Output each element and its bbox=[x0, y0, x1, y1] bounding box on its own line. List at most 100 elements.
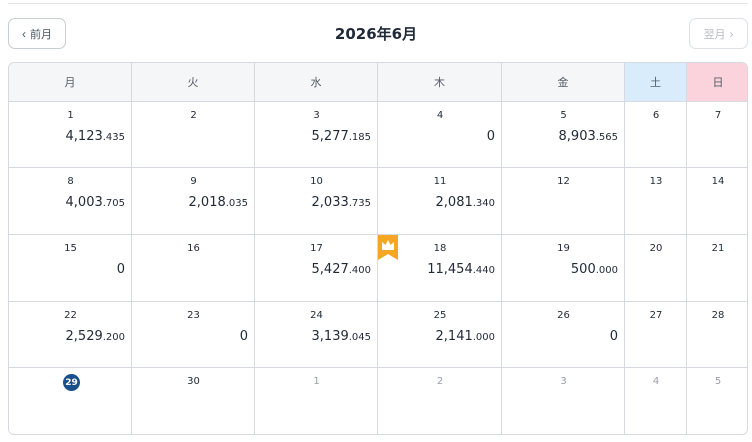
day-number: 25 bbox=[433, 310, 447, 321]
day-cell[interactable]: 3 bbox=[502, 368, 625, 434]
day-cell[interactable]: 10 2,033.735 bbox=[255, 168, 378, 235]
day-number: 3 bbox=[313, 110, 320, 121]
day-cell[interactable]: 1 4,123.435 bbox=[9, 102, 132, 168]
amount-integer: 0 bbox=[239, 329, 248, 344]
next-month-button[interactable]: 翌月 › bbox=[689, 18, 748, 49]
day-number: 30 bbox=[187, 376, 200, 387]
day-number: 14 bbox=[711, 176, 725, 187]
day-cell[interactable]: 17 5,427.400 bbox=[255, 235, 378, 302]
amount-integer: 8,903 bbox=[558, 129, 596, 144]
amount-integer: 5,277 bbox=[311, 129, 349, 144]
day-cell[interactable]: 7 bbox=[687, 102, 747, 168]
daily-amount: 0 bbox=[610, 329, 618, 344]
day-cell[interactable]: 22 2,529.200 bbox=[9, 302, 132, 368]
amount-decimal: .340 bbox=[472, 198, 495, 209]
amount-decimal: .705 bbox=[102, 198, 125, 209]
day-number: 16 bbox=[187, 243, 200, 254]
day-number: 6 bbox=[652, 110, 660, 121]
amount-decimal: .185 bbox=[348, 132, 371, 143]
day-cell[interactable]: 15 0 bbox=[9, 235, 132, 302]
day-cell[interactable]: 2 bbox=[132, 102, 255, 168]
day-cell[interactable]: 1 bbox=[255, 368, 378, 434]
weekday-header: 火 bbox=[132, 63, 255, 102]
weekday-header: 水 bbox=[255, 63, 378, 102]
amount-integer: 500 bbox=[570, 262, 596, 277]
day-number: 3 bbox=[560, 376, 567, 387]
day-cell[interactable]: 5 bbox=[687, 368, 747, 434]
amount-integer: 4,003 bbox=[65, 195, 103, 210]
day-cell[interactable]: 19 500.000 bbox=[502, 235, 625, 302]
weekday-header: 金 bbox=[502, 63, 625, 102]
amount-decimal: .435 bbox=[102, 132, 125, 143]
day-number: 28 bbox=[711, 310, 725, 321]
day-cell[interactable]: 20 bbox=[625, 235, 687, 302]
daily-amount: 2,529.200 bbox=[66, 329, 125, 344]
day-cell[interactable]: 16 bbox=[132, 235, 255, 302]
day-number: 15 bbox=[64, 243, 77, 254]
month-calendar-grid: 月火水木金土日 1 4,123.435 2 3 5,277.185 4 0 5 8,903.565… bbox=[8, 62, 748, 435]
amount-decimal: .565 bbox=[595, 132, 618, 143]
amount-integer: 2,018 bbox=[188, 195, 226, 210]
weekday-header: 木 bbox=[378, 63, 502, 102]
today-day-number: 29 bbox=[63, 374, 80, 391]
amount-decimal: .400 bbox=[348, 265, 371, 276]
day-number: 12 bbox=[557, 176, 570, 187]
day-cell[interactable]: 23 0 bbox=[132, 302, 255, 368]
day-cell[interactable]: 2 bbox=[378, 368, 502, 434]
amount-integer: 2,529 bbox=[65, 329, 103, 344]
amount-integer: 11,454 bbox=[427, 262, 473, 277]
day-cell[interactable]: 5 8,903.565 bbox=[502, 102, 625, 168]
day-number: 2 bbox=[190, 110, 197, 121]
amount-integer: 3,139 bbox=[311, 329, 349, 344]
day-cell[interactable]: 27 bbox=[625, 302, 687, 368]
day-number: 27 bbox=[649, 310, 663, 321]
day-number: 10 bbox=[310, 176, 323, 187]
amount-decimal: .000 bbox=[472, 332, 495, 343]
daily-amount: 8,903.565 bbox=[559, 129, 618, 144]
day-cell[interactable]: 26 0 bbox=[502, 302, 625, 368]
day-number: 17 bbox=[310, 243, 323, 254]
day-cell[interactable]: 30 bbox=[132, 368, 255, 434]
day-cell[interactable]: 13 bbox=[625, 168, 687, 235]
day-cell[interactable]: 29 bbox=[9, 368, 132, 434]
amount-decimal: .440 bbox=[472, 265, 495, 276]
day-number: 20 bbox=[649, 243, 663, 254]
day-number: 23 bbox=[187, 310, 200, 321]
day-cell[interactable]: 8 4,003.705 bbox=[9, 168, 132, 235]
day-number: 2 bbox=[436, 376, 444, 387]
daily-amount: 4,123.435 bbox=[66, 129, 125, 144]
day-cell[interactable]: 25 2,141.000 bbox=[378, 302, 502, 368]
day-number: 26 bbox=[557, 310, 570, 321]
day-cell[interactable]: 21 bbox=[687, 235, 747, 302]
day-cell[interactable]: 40 bbox=[378, 102, 502, 168]
day-number: 1 bbox=[67, 110, 74, 121]
amount-integer: 2,081 bbox=[435, 195, 473, 210]
daily-amount: 11,454.440 bbox=[427, 262, 495, 277]
chevron-right-icon: › bbox=[729, 26, 734, 41]
daily-amount: 0 bbox=[240, 329, 248, 344]
next-month-label: 翌月 bbox=[703, 28, 726, 41]
day-number: 7 bbox=[714, 110, 722, 121]
day-cell[interactable]: 12 bbox=[502, 168, 625, 235]
amount-decimal: .735 bbox=[348, 198, 371, 209]
day-cell[interactable]: 9 2,018.035 bbox=[132, 168, 255, 235]
day-cell[interactable]: 14 bbox=[687, 168, 747, 235]
daily-amount: 0 bbox=[117, 262, 125, 277]
day-cell[interactable]: 24 3,139.045 bbox=[255, 302, 378, 368]
daily-amount: 0 bbox=[487, 129, 495, 144]
day-cell[interactable]: 6 bbox=[625, 102, 687, 168]
daily-amount: 2,141.000 bbox=[436, 329, 495, 344]
day-number: 1 bbox=[313, 376, 320, 387]
day-cell[interactable]: 4 bbox=[625, 368, 687, 434]
day-cell[interactable]: 18 11,454.440 bbox=[378, 235, 502, 302]
day-number: 13 bbox=[649, 176, 663, 187]
day-cell[interactable]: 3 5,277.185 bbox=[255, 102, 378, 168]
amount-decimal: .035 bbox=[225, 198, 248, 209]
day-cell[interactable]: 28 bbox=[687, 302, 747, 368]
amount-integer: 2,033 bbox=[311, 195, 349, 210]
day-number: 9 bbox=[190, 176, 197, 187]
day-number: 21 bbox=[711, 243, 725, 254]
day-number: 19 bbox=[557, 243, 570, 254]
day-number: 4 bbox=[652, 376, 660, 387]
day-cell[interactable]: 11 2,081.340 bbox=[378, 168, 502, 235]
